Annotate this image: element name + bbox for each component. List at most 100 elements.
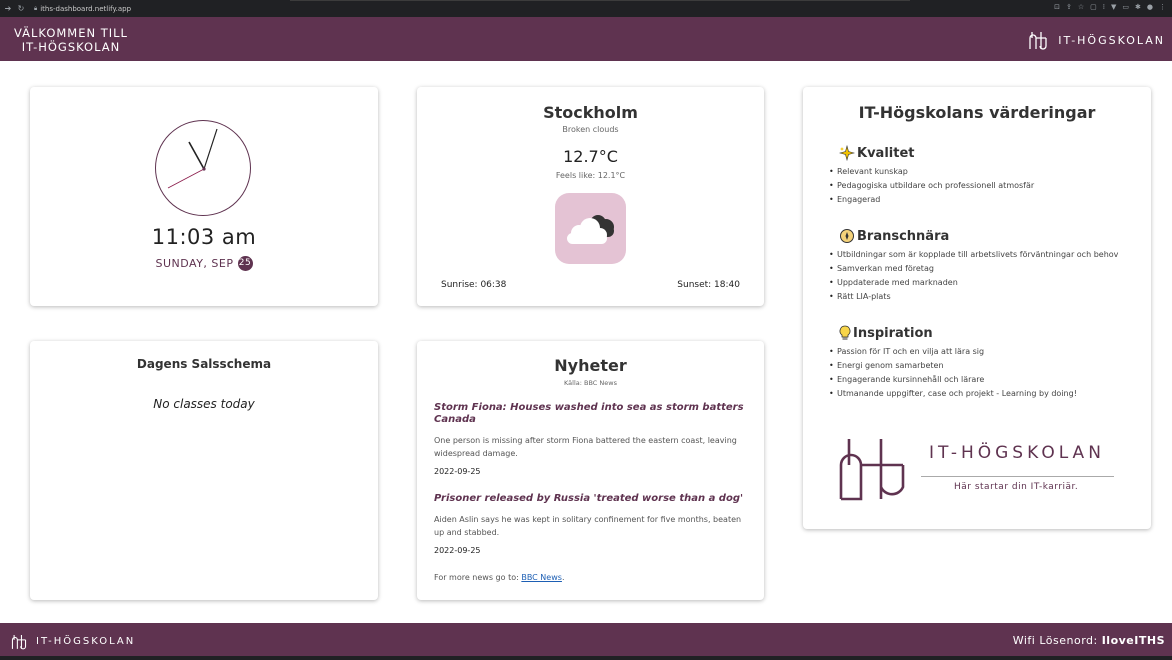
clock-hands-icon xyxy=(167,128,218,189)
current-date: SUNDAY, SEP 25 xyxy=(30,256,378,271)
iths-logo-icon xyxy=(1029,32,1047,50)
value-heading: Inspiration xyxy=(839,324,1077,342)
article-date: 2022-09-25 xyxy=(434,467,481,476)
profile-icon[interactable]: ● xyxy=(1147,3,1153,11)
day-badge: 25 xyxy=(237,256,253,271)
header-logo-text: IT-HÖGSKOLAN xyxy=(1058,33,1165,47)
values-card: IT-Högskolans värderingar Kvalitet Relev… xyxy=(803,87,1151,529)
list-item: Engagerad xyxy=(829,193,1034,207)
article-headline[interactable]: Prisoner released by Russia 'treated wor… xyxy=(434,493,744,505)
lock-icon: 🔒︎ xyxy=(34,4,38,12)
list-item: Engagerande kursinnehåll och lärare xyxy=(829,373,1077,387)
news-article[interactable]: Storm Fiona: Houses washed into sea as s… xyxy=(434,402,744,476)
sunset-time: Sunset: 18:40 xyxy=(677,280,740,290)
star-icon[interactable]: ☆ xyxy=(1078,3,1084,11)
forward-icon[interactable]: ➔ xyxy=(3,4,13,13)
header-logo[interactable]: IT-HÖGSKOLAN xyxy=(1027,30,1165,50)
list-item: Utmanande uppgifter, case och projekt - … xyxy=(829,387,1077,401)
values-title: IT-Högskolans värderingar xyxy=(858,103,1096,122)
filter-icon[interactable]: ▼ xyxy=(1111,3,1116,11)
value-heading-text: Kvalitet xyxy=(857,145,915,161)
minute-hand xyxy=(203,128,218,170)
list-item: Utbildningar som är kopplade till arbets… xyxy=(829,248,1118,262)
article-summary: One person is missing after storm Fiona … xyxy=(434,436,737,458)
extension-icon[interactable]: ▢ xyxy=(1090,3,1097,11)
schedule-card: Dagens Salsschema No classes today xyxy=(30,341,378,600)
browser-toolbar: ➔ ↻ 🔒︎ iths-dashboard.netlify.app ⊡ ⇪ ☆ … xyxy=(0,0,1172,17)
weather-card: Stockholm Broken clouds 12.7°C Feels lik… xyxy=(417,87,764,306)
iths-logo-icon xyxy=(839,439,905,501)
extension-icons: ⊡ ⇪ ☆ ▢ ⁞ ▼ ▭ ✱ ● ⋮ xyxy=(1054,3,1166,11)
schedule-empty-message: No classes today xyxy=(153,397,255,411)
tab-strip xyxy=(290,0,910,1)
date-text: SUNDAY, SEP xyxy=(155,257,234,270)
article-headline[interactable]: Storm Fiona: Houses washed into sea as s… xyxy=(434,402,744,426)
weather-city: Stockholm xyxy=(543,103,638,122)
hour-hand xyxy=(188,141,205,170)
weather-description: Broken clouds xyxy=(562,125,619,134)
sunrise-time: Sunrise: 06:38 xyxy=(441,280,507,290)
value-heading-text: Branschnära xyxy=(857,228,950,244)
iths-brand-logo: IT-HÖGSKOLAN Här startar din IT-karriär. xyxy=(837,435,1117,501)
value-section-branschnara: Branschnära Utbildningar som är kopplade… xyxy=(829,227,1118,305)
menu-icon[interactable]: ⋮ xyxy=(1159,3,1166,11)
news-source: Källa: BBC News xyxy=(564,379,617,387)
welcome-line-2: IT-HÖGSKOLAN xyxy=(21,40,121,54)
welcome-title: VÄLKOMMEN TILL IT-HÖGSKOLAN xyxy=(14,26,128,54)
weather-feels-like: Feels like: 12.1°C xyxy=(555,171,626,180)
wifi-info: Wifi Lösenord: IloveITHS xyxy=(1013,634,1165,647)
value-heading: Kvalitet xyxy=(839,144,1034,162)
list-item: Pedagogiska utbildare och professionell … xyxy=(829,179,1034,193)
site-footer: IT-HÖGSKOLAN Wifi Lösenord: IloveITHS xyxy=(0,623,1172,660)
address-bar[interactable]: 🔒︎ iths-dashboard.netlify.app xyxy=(34,5,131,13)
install-icon[interactable]: ⊡ xyxy=(1054,3,1060,11)
reload-icon[interactable]: ↻ xyxy=(16,4,26,13)
list-item: Energi genom samarbeten xyxy=(829,359,1077,373)
brand-tagline: Här startar din IT-karriär. xyxy=(954,482,1079,492)
share-icon[interactable]: ⇪ xyxy=(1066,3,1072,11)
url-text: iths-dashboard.netlify.app xyxy=(40,4,132,13)
value-heading: Branschnära xyxy=(839,227,1118,245)
wifi-password: IloveITHS xyxy=(1101,634,1165,647)
analog-clock xyxy=(155,120,251,216)
list-item: Uppdaterade med marknaden xyxy=(829,276,1118,290)
welcome-line-1: VÄLKOMMEN TILL xyxy=(14,26,128,40)
broken-clouds-icon xyxy=(567,215,614,244)
more-news-text: For more news go to: BBC News. xyxy=(434,573,564,582)
site-header: VÄLKOMMEN TILL IT-HÖGSKOLAN IT-HÖGSKOLAN xyxy=(0,17,1172,61)
list-item: Passion för IT och en vilja att lära sig xyxy=(829,345,1077,359)
footer-logo-text: IT-HÖGSKOLAN xyxy=(36,636,136,647)
extension-icon[interactable]: ▭ xyxy=(1122,3,1129,11)
value-heading-text: Inspiration xyxy=(853,325,933,341)
value-section-inspiration: Inspiration Passion för IT och en vilja … xyxy=(829,324,1077,402)
more-news-prefix: For more news go to: xyxy=(434,573,522,582)
sparkle-icon xyxy=(839,145,855,161)
puzzle-icon[interactable]: ✱ xyxy=(1135,3,1141,11)
article-summary: Aiden Aslin says he was kept in solitary… xyxy=(434,515,742,537)
value-list: Passion för IT och en vilja att lära sig… xyxy=(829,345,1077,401)
weather-icon-box xyxy=(555,193,626,264)
brand-logo-text: IT-HÖGSKOLAN xyxy=(929,443,1105,463)
list-item: Rätt LIA-plats xyxy=(829,290,1118,304)
compass-icon xyxy=(840,229,854,243)
list-item: Relevant kunskap xyxy=(829,165,1034,179)
news-article[interactable]: Prisoner released by Russia 'treated wor… xyxy=(434,493,744,555)
lightbulb-icon xyxy=(839,325,851,340)
article-date: 2022-09-25 xyxy=(434,546,481,555)
clock-center xyxy=(202,167,206,171)
extension-icon[interactable]: ⁞ xyxy=(1103,3,1105,11)
bbc-news-link[interactable]: BBC News xyxy=(521,573,562,582)
schedule-title: Dagens Salsschema xyxy=(136,357,272,371)
value-section-kvalitet: Kvalitet Relevant kunskap Pedagogiska ut… xyxy=(829,144,1034,207)
footer-logo[interactable]: IT-HÖGSKOLAN xyxy=(10,633,135,650)
taskbar-edge xyxy=(0,656,1172,660)
digital-time: 11:03 am xyxy=(151,225,257,249)
news-title: Nyheter xyxy=(554,356,627,375)
brand-divider xyxy=(921,476,1114,477)
value-list: Relevant kunskap Pedagogiska utbildare o… xyxy=(829,165,1034,207)
value-list: Utbildningar som är kopplade till arbets… xyxy=(829,248,1118,304)
news-card: Nyheter Källa: BBC News Storm Fiona: Hou… xyxy=(417,341,764,600)
list-item: Samverkan med företag xyxy=(829,262,1118,276)
weather-temperature: 12.7°C xyxy=(563,147,618,166)
wifi-label: Wifi Lösenord: xyxy=(1012,634,1102,647)
